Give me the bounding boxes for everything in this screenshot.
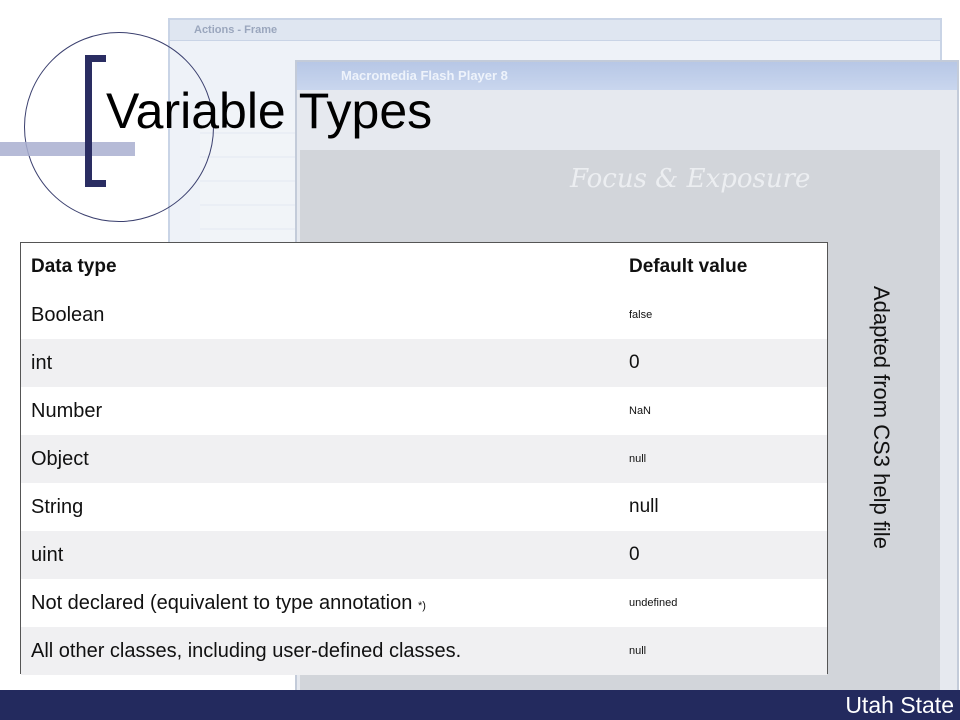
table-row: Boolean false [21, 291, 827, 339]
side-note: Adapted from CS3 help file [869, 286, 894, 549]
data-type-text: Object [31, 447, 89, 470]
data-type-text: int [31, 351, 53, 374]
default-value-cell: 0 [629, 544, 640, 565]
decorative-bracket [85, 55, 106, 187]
footer-bar [0, 690, 960, 720]
data-type-cell: Number [21, 400, 629, 423]
data-type-cell: uint [21, 544, 629, 567]
default-value-cell: null [629, 453, 647, 465]
background-focus-heading: Focus & Exposure [570, 164, 811, 194]
table-row: uint 0 [21, 531, 827, 579]
data-type-text: Not declared (equivalent to type annotat… [31, 591, 418, 614]
data-type-text: Boolean [31, 303, 105, 326]
slide-title: Variable Types [106, 83, 433, 139]
data-type-cell: All other classes, including user-define… [21, 640, 629, 663]
default-value-cell: 0 [629, 352, 640, 373]
decorative-bar [0, 142, 135, 156]
default-value-cell: null [629, 645, 647, 657]
footer-label: Utah State [845, 692, 954, 718]
data-type-cell: String [21, 496, 629, 519]
data-type-cell: int [21, 352, 629, 375]
default-value-cell: undefined [629, 597, 678, 609]
data-type-cell: Boolean [21, 304, 629, 327]
data-type-text: String [31, 495, 84, 518]
data-type-suffix: *) [417, 599, 426, 612]
table-row: Object null [21, 435, 827, 483]
table-row: String null [21, 483, 827, 531]
header-data-type: Data type [31, 256, 117, 277]
header-default-value: Default value [629, 256, 748, 277]
default-value-cell: null [629, 496, 659, 517]
variable-types-table: Data type Default value Boolean false int 0… [20, 242, 828, 675]
data-type-text: uint [31, 543, 64, 566]
default-value-cell: NaN [629, 405, 652, 417]
table-row: Number NaN [21, 387, 827, 435]
table-row: Not declared (equivalent to type annotat… [21, 579, 827, 627]
data-type-text: Number [31, 399, 103, 422]
table-row: int 0 [21, 339, 827, 387]
default-value-cell: false [629, 309, 653, 321]
table-row: All other classes, including user-define… [21, 627, 827, 675]
data-type-cell: Not declared (equivalent to type annotat… [21, 592, 629, 615]
table-header-row: Data type Default value [21, 243, 827, 291]
table-body: Boolean false int 0 Number NaN Object null Strin… [21, 291, 827, 675]
data-type-text: All other classes, including user-define… [31, 639, 462, 662]
data-type-cell: Object [21, 448, 629, 471]
background-actions-titlebar: Actions - Frame [170, 20, 940, 41]
